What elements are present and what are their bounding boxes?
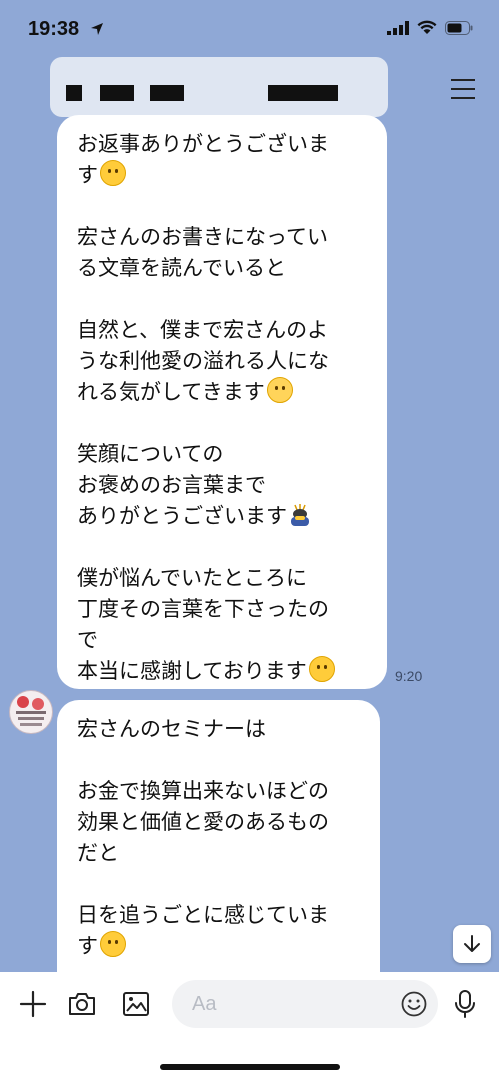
add-button[interactable]: [16, 987, 50, 1021]
plus-icon: [19, 990, 47, 1018]
message-line: お金で換算出来ないほどの: [77, 779, 329, 803]
emoji-icon: [401, 991, 427, 1017]
location-arrow-icon: [91, 23, 103, 35]
message-line: 本当に感謝しております: [77, 656, 371, 687]
message-line: 笑顔についての: [77, 442, 224, 466]
redaction-block: [100, 85, 134, 101]
smiling-face-icon: [100, 160, 126, 186]
wifi-icon: [417, 20, 437, 34]
message-time: 9:20: [395, 668, 423, 684]
message-line: 宏さんのセミナーは: [77, 717, 266, 741]
relieved-face-icon: [266, 377, 293, 403]
camera-icon: [69, 993, 95, 1015]
signal-icon: [387, 20, 409, 35]
chat-header: [0, 55, 499, 123]
message-line: 日を追うごとに感じていま: [77, 903, 329, 927]
message-line: うな利他愛の溢れる人にな: [77, 349, 329, 373]
message-line: れる気がしてきます: [77, 377, 371, 408]
redaction-block: [268, 85, 338, 101]
message-line: [77, 745, 364, 776]
message-input-bar: [0, 972, 499, 1080]
status-bar: 19:38: [0, 0, 499, 60]
message-line: 効果と価値と愛のあるもの: [77, 810, 329, 834]
camera-button[interactable]: [65, 987, 99, 1021]
message-line: す: [77, 160, 371, 191]
message-line: [77, 869, 364, 900]
message-line: す: [77, 931, 364, 962]
image-button[interactable]: [119, 987, 153, 1021]
message-line: [77, 408, 371, 439]
scroll-to-bottom-button[interactable]: [453, 925, 491, 963]
voice-button[interactable]: [448, 987, 482, 1021]
avatar[interactable]: [9, 690, 53, 734]
redaction-block: [150, 85, 184, 101]
message-line: る文章を読んでいると: [77, 256, 286, 280]
status-time: 19:38: [28, 18, 80, 40]
message-line: [77, 532, 371, 563]
message-line: お褒めのお言葉まで: [77, 473, 266, 497]
message-line: [77, 284, 371, 315]
arrow-down-icon: [464, 935, 480, 952]
home-indicator: [160, 1064, 340, 1070]
microphone-icon: [455, 990, 475, 1018]
smiling-face-icon: [100, 931, 126, 957]
message-line: ありがとうございます: [77, 501, 371, 532]
message-bubble: 宏さんのセミナーは お金で換算出来ないほどの 効果と価値と愛のあるもの だと 日…: [57, 700, 380, 1000]
message-bubble: お返事ありがとうございま す 宏さんのお書きになってい る文章を読んでいると 自…: [57, 115, 387, 689]
smiling-face-icon: [308, 656, 335, 682]
message-line: 僕が悩んでいたところに: [77, 566, 307, 590]
message-line: だと: [77, 841, 119, 865]
redacted-chat-title: [50, 57, 388, 117]
message-line: 自然と、僕まで宏さんのよ: [77, 318, 329, 342]
battery-icon: [445, 20, 473, 35]
message-line: 丁度その言葉を下さったの: [77, 597, 329, 621]
message-line: 宏さんのお書きになってい: [77, 225, 328, 249]
menu-icon[interactable]: [451, 79, 475, 99]
redaction-block: [66, 85, 82, 101]
message-line: お返事ありがとうございま: [77, 132, 329, 156]
image-icon: [123, 992, 149, 1016]
message-line: [77, 191, 371, 222]
message-line: で: [77, 628, 98, 652]
bowing-person-icon: [291, 504, 309, 526]
emoji-button[interactable]: [397, 987, 431, 1021]
